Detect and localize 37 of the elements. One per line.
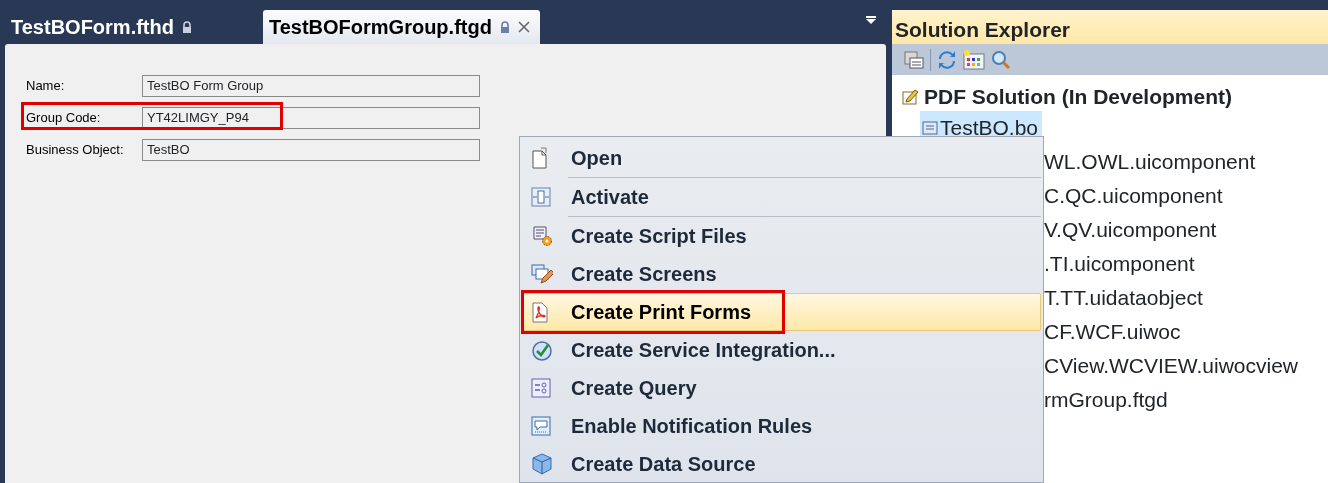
lock-icon bbox=[181, 21, 192, 33]
field-label: Name: bbox=[26, 77, 66, 96]
document-tab[interactable]: TestBOForm.fthd bbox=[5, 10, 202, 44]
menu-item[interactable]: Create Service Integration... bbox=[522, 331, 1041, 369]
menu-item[interactable]: Create Query bbox=[522, 369, 1041, 407]
query-icon bbox=[531, 378, 551, 398]
menu-item[interactable]: Enable Notification Rules bbox=[522, 407, 1041, 445]
tree-item[interactable]: PDF Solution (In Development) bbox=[924, 81, 1232, 113]
document-icon bbox=[922, 120, 938, 136]
dropdown-icon[interactable] bbox=[866, 16, 876, 24]
menu-item[interactable]: Create Screens bbox=[522, 255, 1041, 293]
menu-item[interactable]: Activate bbox=[522, 178, 1041, 216]
check-circle-icon bbox=[531, 339, 553, 361]
document-icon bbox=[531, 147, 549, 169]
script-gear-icon bbox=[531, 225, 553, 247]
pdf-file-icon bbox=[531, 301, 549, 323]
field-label: Business Object: bbox=[26, 141, 125, 160]
checklist-icon bbox=[902, 88, 920, 106]
text-field[interactable]: TestBO Form Group bbox=[142, 75, 480, 97]
text-field[interactable]: YT42LIMGY_P94 bbox=[142, 107, 480, 129]
lock-icon bbox=[499, 21, 510, 33]
search-icon[interactable] bbox=[991, 49, 1011, 70]
menu-item[interactable]: Create Data Source bbox=[522, 445, 1041, 483]
panel-title: Solution Explorer bbox=[892, 10, 1328, 44]
cube-icon bbox=[531, 453, 553, 475]
close-icon[interactable] bbox=[517, 21, 530, 33]
text-field[interactable]: TestBO bbox=[142, 139, 480, 161]
refresh-icon[interactable] bbox=[937, 49, 957, 70]
field-label: Group Code: bbox=[26, 108, 142, 128]
frame-icon bbox=[531, 187, 551, 207]
palette-icon[interactable] bbox=[963, 49, 985, 70]
properties-icon[interactable] bbox=[904, 49, 924, 70]
menu-item[interactable]: Create Print Forms bbox=[522, 293, 1041, 331]
menu-item[interactable]: Create Script Files bbox=[522, 217, 1041, 255]
document-tab[interactable]: TestBOFormGroup.ftgd bbox=[262, 10, 540, 44]
speech-bubble-icon bbox=[531, 416, 551, 436]
screen-pencil-icon bbox=[531, 263, 553, 285]
